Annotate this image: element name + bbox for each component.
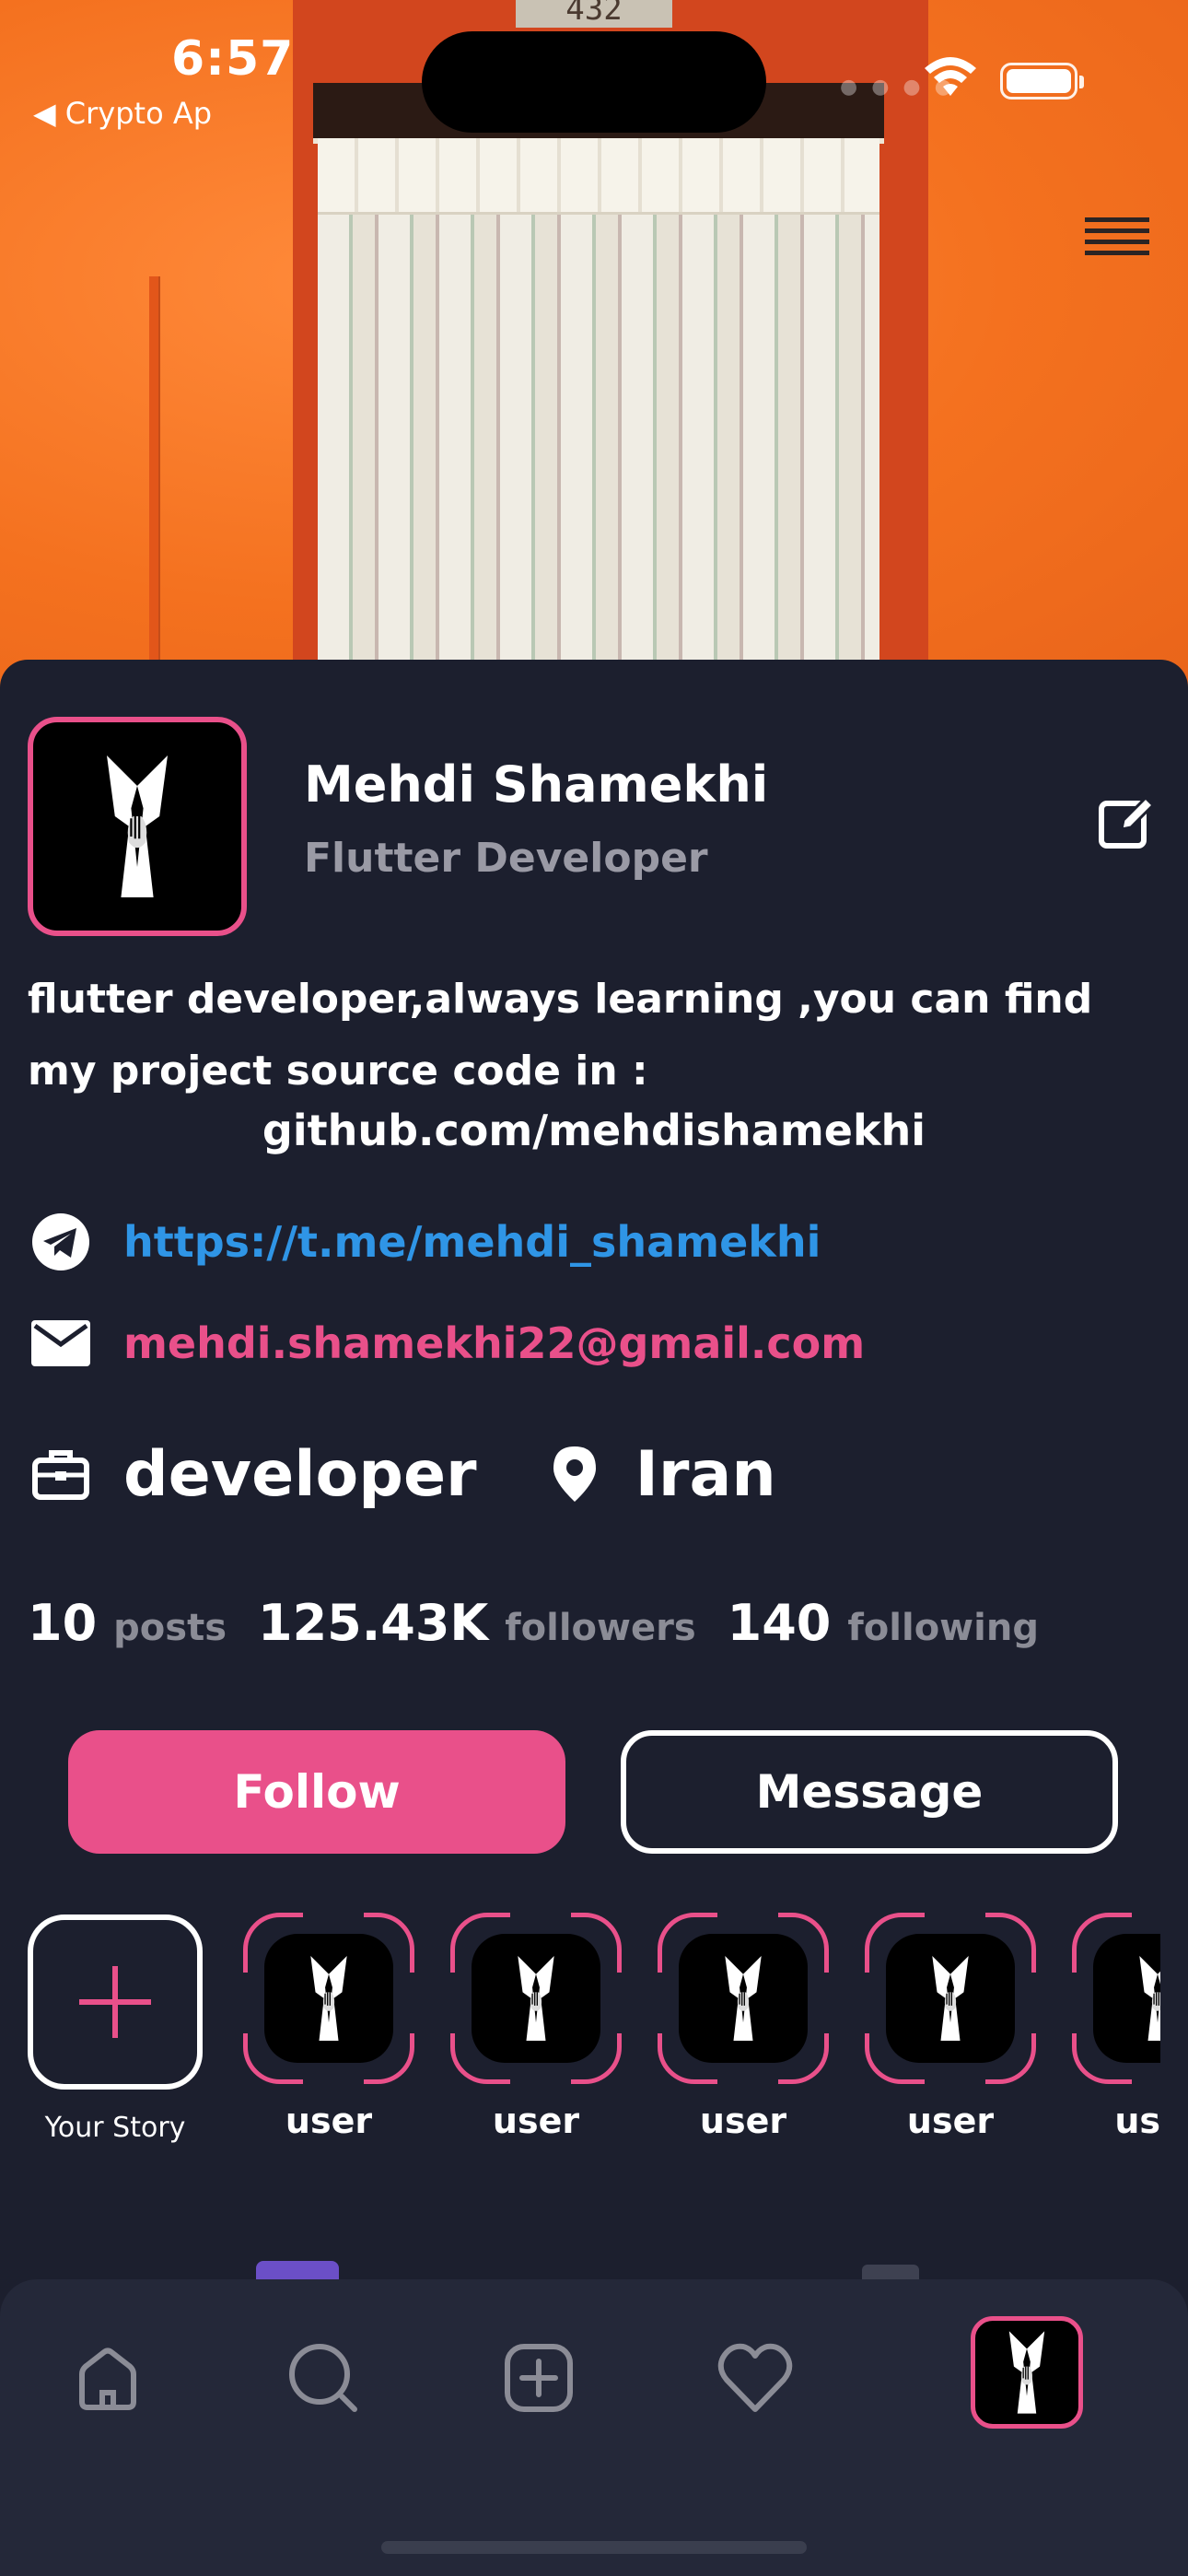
menu-icon[interactable] [1085,217,1149,265]
edit-profile-icon[interactable] [1096,790,1160,855]
home-indicator[interactable] [381,2541,807,2554]
profile-role: Flutter Developer [304,835,708,882]
story-item[interactable] [655,1913,832,2087]
wifi-icon [925,57,976,96]
story-avatar [1093,1934,1160,2063]
story-avatar [264,1934,393,2063]
story-avatar [886,1934,1015,2063]
profile-avatar[interactable] [28,717,247,936]
followers-label[interactable]: followers [505,1607,695,1649]
story-label: user [906,2101,995,2141]
door-number-plate: 432 [516,0,672,28]
email-link[interactable]: mehdi.shamekhi22@gmail.com [123,1318,865,1368]
story-avatar [472,1934,600,2063]
briefcase-icon [28,1441,94,1507]
telegram-row: https://t.me/mehdi_shamekhi [28,1209,821,1275]
email-row: mehdi.shamekhi22@gmail.com [28,1310,865,1376]
tab-indicator-inactive[interactable] [862,2265,919,2279]
email-icon [28,1310,94,1376]
home-icon[interactable] [66,2336,149,2419]
curtain-valance [318,138,879,215]
stories-row: Your Story user user user user us [0,1913,1160,2171]
profile-nav-avatar[interactable] [971,2316,1083,2429]
location-pin-icon [542,1437,608,1511]
posts-count: 10 [28,1594,98,1652]
add-story-button[interactable] [28,1914,203,2090]
dynamic-island [422,31,766,133]
your-story-label: Your Story [44,2112,186,2144]
plus-icon [79,1966,151,2038]
story-item[interactable] [862,1913,1039,2087]
heart-icon[interactable] [714,2336,797,2419]
story-item[interactable] [1069,1913,1160,2087]
profile-bio: flutter developer,always learning ,you c… [28,976,1093,1095]
back-to-app-link[interactable]: ◀ Crypto Ap [33,96,212,131]
message-button[interactable]: Message [621,1730,1118,1854]
following-count: 140 [727,1594,832,1652]
followers-count: 125.43K [258,1594,489,1652]
add-post-icon[interactable] [497,2336,580,2419]
status-time: 6:57 [171,31,295,87]
battery-icon [1000,63,1084,100]
story-label: us [1114,2101,1160,2141]
job-title: developer [123,1437,477,1511]
story-item[interactable] [240,1913,417,2087]
telegram-icon [28,1209,94,1275]
github-link[interactable]: github.com/mehdishamekhi [0,1106,1188,1155]
profile-stats: 10 posts 125.43K followers 140 following [28,1594,1070,1652]
search-icon[interactable] [282,2336,365,2419]
profile-name: Mehdi Shamekhi [304,755,769,814]
wall-pipe [149,276,158,700]
story-item[interactable] [448,1913,624,2087]
story-label: user [492,2101,580,2141]
telegram-link[interactable]: https://t.me/mehdi_shamekhi [123,1217,821,1267]
door-curtain [318,138,879,700]
follow-button[interactable]: Follow [68,1730,565,1854]
story-label: user [699,2101,787,2141]
following-label[interactable]: following [847,1607,1039,1649]
location-text: Iran [635,1437,776,1511]
story-avatar [679,1934,808,2063]
profile-meta: developer Iran [28,1437,776,1511]
story-label: user [285,2101,373,2141]
tab-indicator-active[interactable] [256,2261,339,2279]
posts-label[interactable]: posts [113,1607,227,1649]
